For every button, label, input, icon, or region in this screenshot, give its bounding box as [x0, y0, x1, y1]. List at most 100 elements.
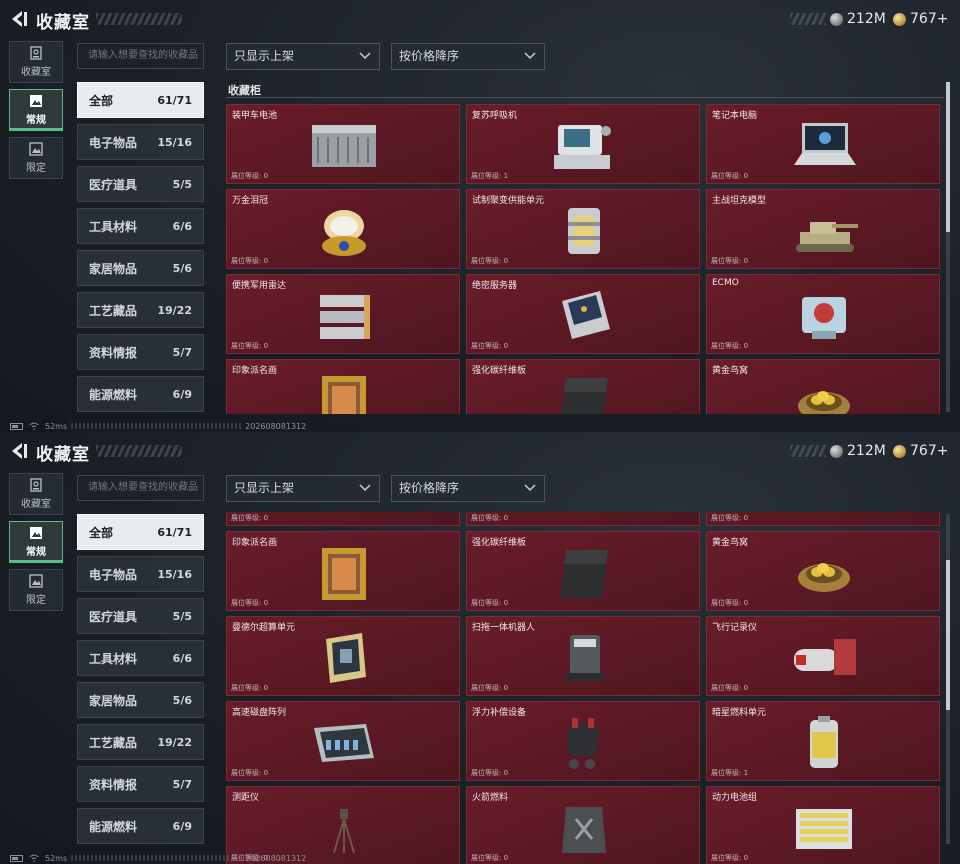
item-card[interactable]: 曼德尔超算单元 展位等级: 0: [226, 616, 460, 696]
sort-dropdown[interactable]: 按价格降序: [391, 475, 545, 502]
item-level: 展位等级: 0: [471, 514, 509, 522]
gold-currency[interactable]: 767+: [893, 9, 948, 29]
category-2[interactable]: 医疗道具 5/5: [77, 598, 204, 634]
item-card[interactable]: 黄金鸟窝展位等级: 0: [706, 531, 940, 611]
item-level-value: 0: [263, 684, 269, 692]
category-3[interactable]: 工具材料 6/6: [77, 640, 204, 676]
item-level-value: 0: [743, 257, 749, 265]
search-input[interactable]: 请输入想要查找的收藏品: [77, 43, 204, 69]
item-card[interactable]: 印象派名画展位等级: 0: [226, 359, 460, 414]
item-level: 展位等级: 0: [471, 854, 509, 862]
silver-currency-value: 212M: [847, 11, 886, 27]
status-bar: 52ms 202608081312: [10, 853, 306, 863]
nav-regular[interactable]: 常规: [9, 521, 63, 563]
category-5[interactable]: 工艺藏品 19/22: [77, 292, 204, 328]
item-level-value: 0: [503, 769, 509, 777]
item-card[interactable]: 火箭燃料 展位等级: 0: [466, 786, 700, 864]
category-2[interactable]: 医疗道具 5/5: [77, 166, 204, 202]
display-filter-value: 只显示上架: [234, 49, 295, 63]
item-card[interactable]: ECMO 展位等级: 0: [706, 274, 940, 354]
silver-coin-icon: [830, 12, 843, 26]
item-level-value: 0: [743, 684, 749, 692]
item-name: 笔记本电脑: [712, 111, 758, 121]
silver-currency-value: 212M: [847, 443, 886, 459]
category-5[interactable]: 工艺藏品 19/22: [77, 724, 204, 760]
item-card[interactable]: 印象派名画展位等级: 0: [226, 531, 460, 611]
category-0[interactable]: 全部 61/71: [77, 514, 204, 550]
item-level-value: 1: [503, 172, 509, 180]
nav-collection[interactable]: 收藏室: [9, 473, 63, 515]
silver-currency[interactable]: 212M: [830, 9, 886, 29]
category-1[interactable]: 电子物品 15/16: [77, 556, 204, 592]
gold-currency[interactable]: 767+: [893, 441, 948, 461]
item-level-value: 0: [743, 514, 749, 522]
category-0[interactable]: 全部 61/71: [77, 82, 204, 118]
page-title: 收藏室: [36, 13, 90, 33]
fusion-unit-icon: [568, 208, 600, 254]
item-card[interactable]: 黄金鸟窝展位等级: 0: [706, 359, 940, 414]
category-name: 电子物品: [89, 567, 138, 582]
category-name: 医疗道具: [89, 609, 138, 624]
nav-collection[interactable]: 收藏室: [9, 41, 63, 83]
item-card[interactable]: 动力电池组 展位等级: 0: [706, 786, 940, 864]
item-grid: 展位等级: 0 展位等级: 0 展位等级: 0 印象派名画 展位等级: 0 强化碳纤维板展…: [226, 512, 944, 864]
nav-limited[interactable]: 限定: [9, 137, 63, 179]
category-name: 家居物品: [89, 693, 138, 708]
category-1[interactable]: 电子物品 15/16: [77, 124, 204, 160]
item-card[interactable]: 试制聚变供能单元 展位等级: 0: [466, 189, 700, 269]
display-filter-dropdown[interactable]: 只显示上架: [226, 475, 380, 502]
section-divider: [226, 97, 944, 98]
category-count: 61/71: [157, 525, 192, 539]
item-card[interactable]: 便携军用雷达 展位等级: 0: [226, 274, 460, 354]
nav-limited-label: 限定: [26, 595, 46, 606]
item-card[interactable]: 装甲车电池 展位等级: 0: [226, 104, 460, 184]
nav-regular[interactable]: 常规: [9, 89, 63, 131]
item-level-label: 展位等级: [471, 172, 499, 180]
display-filter-dropdown[interactable]: 只显示上架: [226, 43, 380, 70]
currency-decoration: [790, 13, 826, 25]
category-3[interactable]: 工具材料 6/6: [77, 208, 204, 244]
category-7[interactable]: 能源燃料 6/9: [77, 808, 204, 844]
category-6[interactable]: 资料情报 5/7: [77, 334, 204, 370]
item-level-value: 0: [743, 172, 749, 180]
item-card[interactable]: 暗星燃料单元 展位等级: 1: [706, 701, 940, 781]
category-4[interactable]: 家居物品 5/6: [77, 250, 204, 286]
item-card[interactable]: 浮力补偿设备 展位等级: 0: [466, 701, 700, 781]
item-card[interactable]: 主战坦克模型 展位等级: 0: [706, 189, 940, 269]
item-card[interactable]: 高速磁盘阵列 展位等级: 0: [226, 701, 460, 781]
category-7[interactable]: 能源燃料 6/9: [77, 376, 204, 412]
item-card[interactable]: 笔记本电脑 展位等级: 0: [706, 104, 940, 184]
nav-regular-label: 常规: [26, 115, 46, 126]
wifi-icon: [29, 854, 39, 862]
item-level-label: 展位等级: [231, 257, 259, 265]
item-name: 试制聚变供能单元: [472, 196, 545, 206]
nav-limited[interactable]: 限定: [9, 569, 63, 611]
back-arrow-icon[interactable]: [8, 441, 30, 461]
grid-scrollbar-thumb[interactable]: [946, 82, 950, 232]
grid-scrollbar-thumb[interactable]: [946, 560, 950, 710]
item-level-label: 展位等级: [711, 172, 739, 180]
item-card[interactable]: 扫拖一体机器人 展位等级: 0: [466, 616, 700, 696]
item-level: 展位等级: 0: [471, 342, 509, 350]
item-level-value: 0: [263, 342, 269, 350]
status-bar: 52ms 202608081312: [10, 421, 306, 431]
item-card[interactable]: 强化碳纤维板展位等级: 0: [466, 359, 700, 414]
nav-collection-label: 收藏室: [21, 67, 51, 78]
item-card[interactable]: 绝密服务器 展位等级: 0: [466, 274, 700, 354]
category-6[interactable]: 资料情报 5/7: [77, 766, 204, 802]
item-card[interactable]: 展位等级: 0: [226, 512, 460, 526]
item-card[interactable]: 复苏呼吸机 展位等级: 1: [466, 104, 700, 184]
search-input[interactable]: 请输入想要查找的收藏品: [77, 475, 204, 501]
sort-dropdown[interactable]: 按价格降序: [391, 43, 545, 70]
item-card[interactable]: 展位等级: 0: [706, 512, 940, 526]
item-card[interactable]: 飞行记录仪 展位等级: 0: [706, 616, 940, 696]
item-card[interactable]: 展位等级: 0: [466, 512, 700, 526]
item-card[interactable]: 强化碳纤维板展位等级: 0: [466, 531, 700, 611]
silver-currency[interactable]: 212M: [830, 441, 886, 461]
category-4[interactable]: 家居物品 5/6: [77, 682, 204, 718]
back-arrow-icon[interactable]: [8, 9, 30, 29]
item-name: 浮力补偿设备: [472, 708, 527, 718]
sort-value: 按价格降序: [399, 49, 460, 63]
item-name: 测距仪: [232, 793, 260, 803]
item-card[interactable]: 万金泪冠 展位等级: 0: [226, 189, 460, 269]
